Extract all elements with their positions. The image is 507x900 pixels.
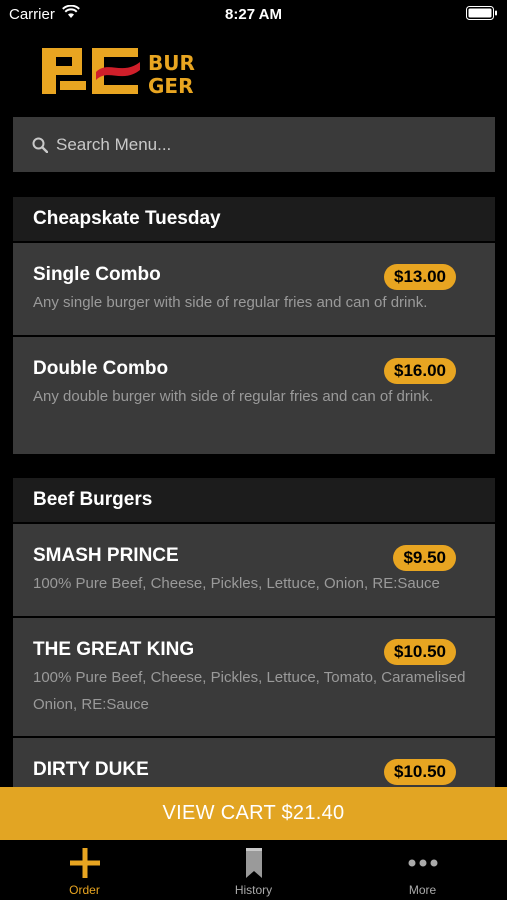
price-badge: $9.50 — [393, 545, 456, 571]
tab-order[interactable]: Order — [0, 840, 169, 900]
menu-item[interactable]: SMASH PRINCE 100% Pure Beef, Cheese, Pic… — [13, 524, 495, 616]
tab-more[interactable]: More — [338, 840, 507, 900]
price-badge: $10.50 — [384, 759, 456, 785]
tab-bar: Order History More — [0, 840, 507, 900]
search-icon — [32, 137, 48, 153]
item-description: 100% Pure Beef, Cheese, Pickles, Lettuce… — [33, 575, 440, 592]
status-bar: Carrier 8:27 AM — [0, 0, 507, 28]
section-header: Cheapskate Tuesday — [13, 197, 495, 241]
item-description: 100% Pure Beef, Cheese, Pickles, Lettuce… — [33, 669, 466, 713]
item-description: Any double burger with side of regular f… — [33, 388, 434, 405]
menu-list[interactable]: Cheapskate Tuesday Single Combo Any sing… — [13, 197, 495, 787]
search-input[interactable]: Search Menu... — [56, 135, 171, 155]
tab-label: History — [234, 883, 273, 897]
section-header: Beef Burgers — [13, 478, 495, 522]
menu-item[interactable]: THE GREAT KING 100% Pure Beef, Cheese, P… — [13, 618, 495, 736]
item-description: Any single burger with side of regular f… — [33, 294, 428, 311]
logo-text-2: GER — [148, 74, 193, 96]
plus-icon — [69, 846, 101, 880]
price-badge: $16.00 — [384, 358, 456, 384]
battery-icon — [466, 6, 498, 24]
tab-label: More — [408, 883, 437, 897]
brand-logo: BUR GER — [42, 46, 202, 98]
tab-label: Order — [69, 883, 100, 897]
bookmark-icon — [245, 846, 263, 880]
view-cart-button[interactable]: VIEW CART $21.40 — [0, 787, 507, 840]
menu-item[interactable]: Single Combo Any single burger with side… — [13, 243, 495, 335]
price-badge: $13.00 — [384, 264, 456, 290]
clock: 8:27 AM — [225, 6, 282, 23]
price-badge: $10.50 — [384, 639, 456, 665]
more-dots-icon — [408, 846, 438, 880]
logo-text-1: BUR — [148, 51, 195, 75]
tab-history[interactable]: History — [169, 840, 338, 900]
menu-item[interactable]: Double Combo Any double burger with side… — [13, 337, 495, 454]
search-bar[interactable]: Search Menu... — [13, 117, 495, 172]
menu-item[interactable]: DIRTY DUKE $10.50 — [13, 738, 495, 787]
